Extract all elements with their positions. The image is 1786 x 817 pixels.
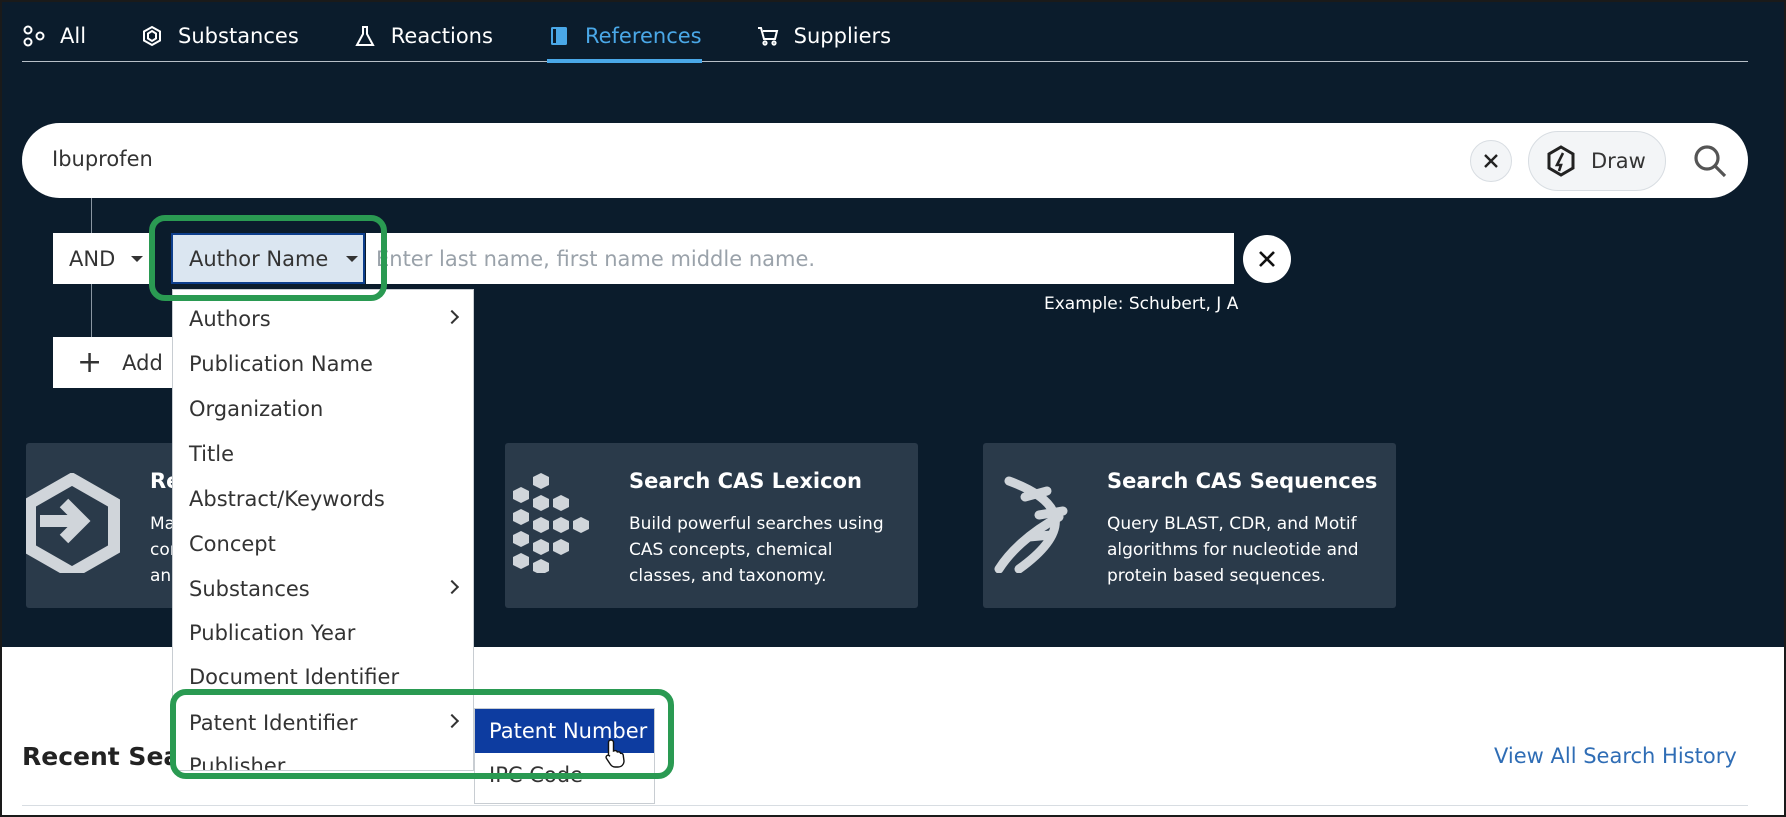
field-type-dropdown: Authors Publication Name Organization Ti…	[172, 289, 474, 771]
search-submit-button[interactable]	[1690, 141, 1730, 181]
tab-label: Suppliers	[793, 24, 892, 48]
draw-structure-button[interactable]: Draw	[1528, 131, 1666, 191]
remove-query-row-button[interactable]	[1243, 235, 1291, 283]
author-name-input[interactable]	[366, 233, 1234, 284]
field-type-select[interactable]: Author Name	[171, 233, 365, 284]
view-all-history-link[interactable]: View All Search History	[1494, 744, 1737, 768]
submenu-item-label: IPC Code	[489, 763, 583, 787]
menu-item-organization[interactable]: Organization	[173, 389, 473, 429]
book-icon	[547, 24, 571, 48]
chevron-right-icon	[444, 713, 460, 729]
nodes-icon	[22, 24, 46, 48]
cart-icon	[756, 24, 780, 48]
menu-item-publication-year[interactable]: Publication Year	[173, 613, 473, 653]
patent-identifier-submenu: Patent Number IPC Code	[474, 708, 655, 804]
menu-item-publisher[interactable]: Publisher	[173, 746, 473, 771]
menu-item-label: Abstract/Keywords	[189, 487, 385, 511]
search-input-value[interactable]: Ibuprofen	[52, 147, 153, 171]
menu-item-label: Organization	[189, 397, 324, 421]
cas-lexicon-card[interactable]: Search CAS Lexicon Build powerful search…	[505, 443, 918, 608]
menu-item-concept[interactable]: Concept	[173, 524, 473, 564]
example-value: Schubert, J A	[1128, 294, 1239, 314]
menu-item-label: Patent Identifier	[189, 711, 358, 735]
submenu-item-patent-number[interactable]: Patent Number	[475, 709, 654, 753]
tab-suppliers[interactable]: Suppliers	[756, 10, 891, 62]
hand-cursor-icon	[605, 739, 625, 768]
chevron-down-icon	[346, 255, 359, 262]
menu-item-publication-name[interactable]: Publication Name	[173, 344, 473, 384]
menu-item-substances[interactable]: Substances	[173, 569, 473, 609]
card-description: Query BLAST, CDR, and Motif algorithms f…	[1107, 514, 1359, 586]
retro-arrow-icon	[26, 473, 120, 573]
chevron-right-icon	[444, 309, 460, 325]
close-icon	[1484, 154, 1498, 168]
example-label: Example:	[1044, 294, 1124, 314]
chevron-right-icon	[444, 579, 460, 595]
lexicon-icon	[513, 473, 589, 573]
menu-item-title[interactable]: Title	[173, 434, 473, 474]
menu-item-authors[interactable]: Authors	[173, 299, 473, 339]
draw-label: Draw	[1591, 149, 1646, 173]
dna-icon	[994, 476, 1068, 573]
tab-label: Reactions	[390, 24, 493, 48]
card-title: Search CAS Sequences	[1107, 469, 1378, 493]
menu-item-label: Authors	[189, 307, 271, 331]
search-bar[interactable]: Ibuprofen Draw	[22, 123, 1748, 198]
tab-all[interactable]: All	[22, 10, 86, 62]
tab-references[interactable]: References	[546, 10, 702, 63]
tab-substances[interactable]: Substances	[140, 10, 299, 62]
menu-item-label: Substances	[189, 577, 310, 601]
tab-label: All	[60, 24, 87, 48]
input-example: Example: Schubert, J A	[1044, 294, 1238, 314]
menu-item-label: Publication Name	[189, 352, 373, 376]
plus-icon: +	[77, 344, 103, 380]
menu-item-label: Concept	[189, 532, 276, 556]
draw-hexagon-icon	[1545, 145, 1577, 177]
cas-sequences-card[interactable]: Search CAS Sequences Query BLAST, CDR, a…	[983, 443, 1396, 608]
boolean-operator-select[interactable]: AND	[53, 233, 150, 284]
menu-item-label: Publisher	[189, 754, 286, 771]
tab-label: Substances	[178, 24, 299, 48]
menu-item-label: Publication Year	[189, 621, 356, 645]
card-title: Search CAS Lexicon	[629, 469, 862, 493]
menu-item-abstract-keywords[interactable]: Abstract/Keywords	[173, 479, 473, 519]
tab-label: References	[584, 24, 702, 48]
field-value: Author Name	[189, 246, 329, 271]
menu-item-label: Title	[189, 442, 235, 466]
add-query-row-button[interactable]: + Add	[53, 337, 183, 388]
clear-search-button[interactable]	[1470, 140, 1512, 182]
menu-item-patent-identifier[interactable]: Patent Identifier	[173, 703, 473, 743]
divider	[22, 805, 1748, 806]
close-icon	[1259, 251, 1275, 267]
menu-item-label: Document Identifier	[189, 665, 400, 689]
recent-searches-title: Recent Sea	[22, 742, 181, 771]
submenu-item-ipc-code[interactable]: IPC Code	[475, 753, 654, 797]
add-row-label: Add	[122, 350, 163, 375]
tab-reactions[interactable]: Reactions	[353, 10, 493, 62]
chevron-down-icon	[131, 255, 144, 262]
search-type-tabs: All Substances Reactions References Supp…	[22, 10, 1748, 63]
flask-icon	[353, 24, 377, 48]
card-description: Build powerful searches using CAS concep…	[629, 514, 884, 586]
operator-value: AND	[69, 246, 116, 271]
search-icon	[1694, 145, 1727, 178]
menu-item-document-identifier[interactable]: Document Identifier	[173, 657, 473, 697]
hexagon-icon	[140, 24, 164, 48]
